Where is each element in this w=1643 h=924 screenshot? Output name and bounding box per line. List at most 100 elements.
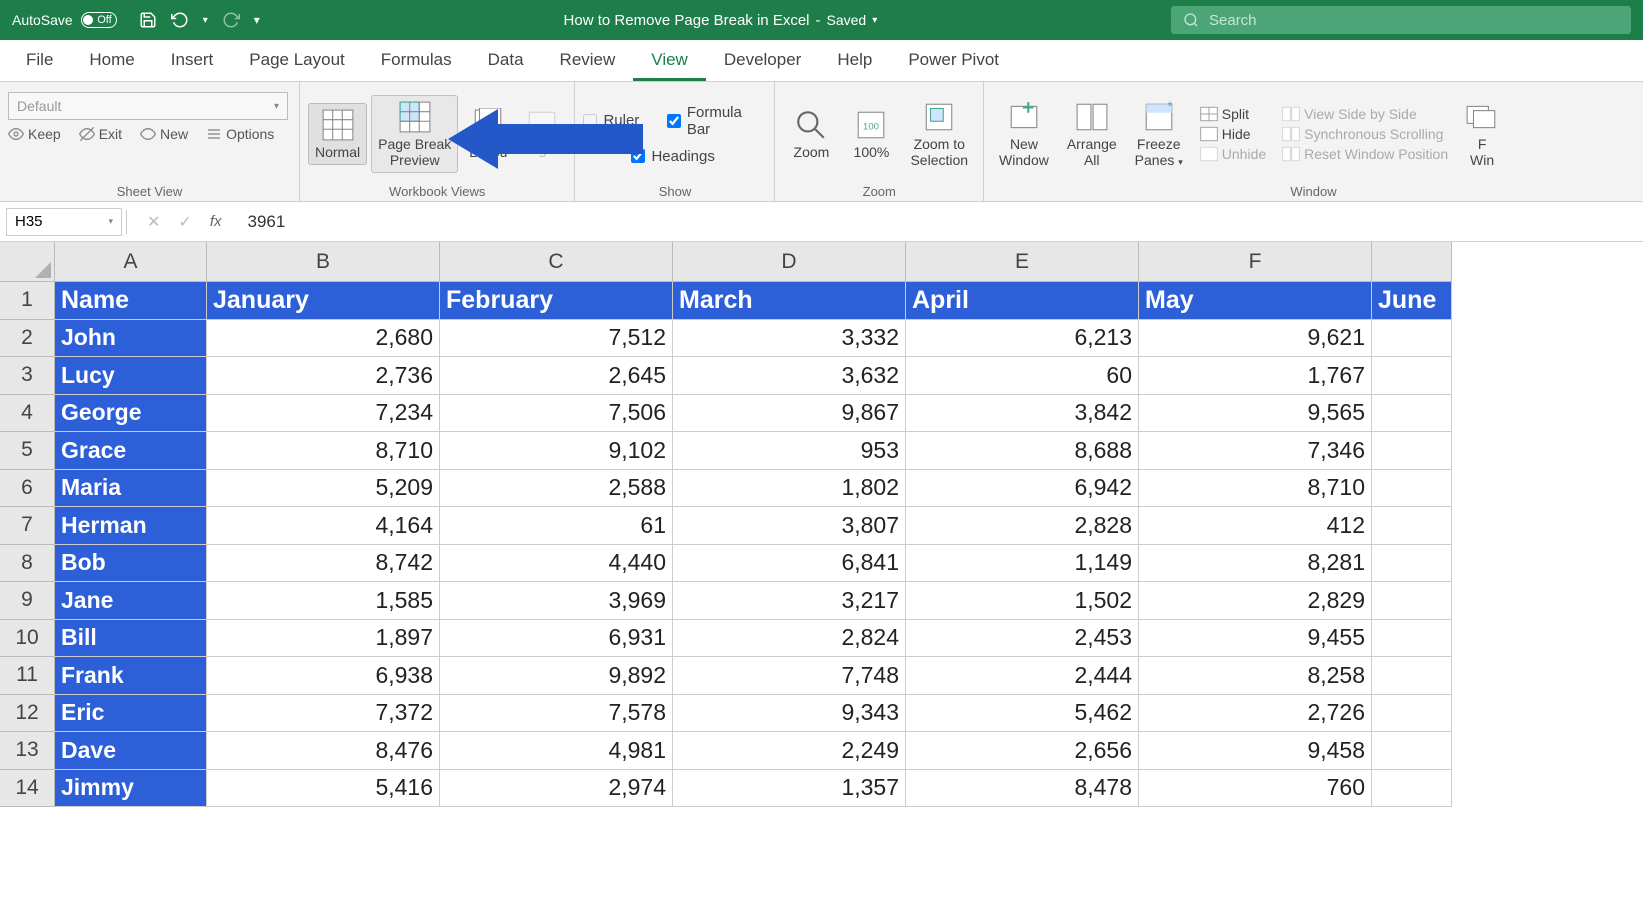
- zoom-100-button[interactable]: 100 100%: [843, 103, 899, 165]
- data-cell[interactable]: 60: [906, 357, 1139, 395]
- zoom-to-selection-button[interactable]: Zoom to Selection: [903, 95, 975, 173]
- saved-status[interactable]: Saved: [827, 12, 867, 28]
- data-cell[interactable]: 5,462: [906, 695, 1139, 733]
- zoom-button[interactable]: Zoom: [783, 103, 839, 165]
- name-cell[interactable]: Frank: [55, 657, 207, 695]
- name-cell[interactable]: Dave: [55, 732, 207, 770]
- column-header-C[interactable]: C: [440, 242, 673, 282]
- data-cell[interactable]: 2,656: [906, 732, 1139, 770]
- tab-developer[interactable]: Developer: [706, 42, 820, 81]
- arrange-all-button[interactable]: Arrange All: [1060, 95, 1124, 173]
- data-cell[interactable]: 2,444: [906, 657, 1139, 695]
- data-cell[interactable]: 2,828: [906, 507, 1139, 545]
- data-cell[interactable]: 3,842: [906, 395, 1139, 433]
- data-cell[interactable]: 2,680: [207, 320, 440, 358]
- data-cell[interactable]: [1372, 357, 1452, 395]
- tab-power-pivot[interactable]: Power Pivot: [890, 42, 1017, 81]
- row-header-3[interactable]: 3: [0, 357, 55, 395]
- options-button[interactable]: Options: [206, 126, 274, 142]
- spreadsheet-grid[interactable]: ABCDEF 1NameJanuaryFebruaryMarchAprilMay…: [0, 242, 1643, 807]
- column-header-A[interactable]: A: [55, 242, 207, 282]
- name-box[interactable]: H35 ▾: [6, 208, 122, 236]
- name-cell[interactable]: George: [55, 395, 207, 433]
- column-header-E[interactable]: E: [906, 242, 1139, 282]
- data-cell[interactable]: 6,213: [906, 320, 1139, 358]
- column-header-F[interactable]: F: [1139, 242, 1372, 282]
- new-view-button[interactable]: New: [140, 126, 188, 142]
- undo-dropdown-icon[interactable]: ▾: [203, 15, 208, 26]
- row-header-13[interactable]: 13: [0, 732, 55, 770]
- data-cell[interactable]: [1372, 432, 1452, 470]
- tab-review[interactable]: Review: [542, 42, 634, 81]
- new-window-button[interactable]: New Window: [992, 95, 1056, 173]
- split-button[interactable]: Split: [1200, 106, 1266, 122]
- data-cell[interactable]: [1372, 620, 1452, 658]
- data-cell[interactable]: 4,164: [207, 507, 440, 545]
- row-header-12[interactable]: 12: [0, 695, 55, 733]
- row-header-5[interactable]: 5: [0, 432, 55, 470]
- name-cell[interactable]: Lucy: [55, 357, 207, 395]
- data-cell[interactable]: 7,372: [207, 695, 440, 733]
- freeze-panes-button[interactable]: * Freeze Panes ▾: [1128, 95, 1190, 173]
- fx-icon[interactable]: fx: [210, 213, 222, 230]
- cancel-icon[interactable]: ✕: [147, 212, 160, 232]
- data-cell[interactable]: 3,217: [673, 582, 906, 620]
- name-cell[interactable]: Eric: [55, 695, 207, 733]
- data-cell[interactable]: 412: [1139, 507, 1372, 545]
- data-cell[interactable]: 2,824: [673, 620, 906, 658]
- data-cell[interactable]: 8,742: [207, 545, 440, 583]
- data-cell[interactable]: 6,938: [207, 657, 440, 695]
- data-cell[interactable]: 8,710: [1139, 470, 1372, 508]
- column-header-B[interactable]: B: [207, 242, 440, 282]
- data-cell[interactable]: [1372, 545, 1452, 583]
- name-cell[interactable]: John: [55, 320, 207, 358]
- switch-windows-button[interactable]: F Win: [1458, 95, 1506, 173]
- header-cell[interactable]: May: [1139, 282, 1372, 320]
- select-all-corner[interactable]: [0, 242, 55, 282]
- data-cell[interactable]: 1,585: [207, 582, 440, 620]
- row-header-9[interactable]: 9: [0, 582, 55, 620]
- row-header-1[interactable]: 1: [0, 282, 55, 320]
- data-cell[interactable]: 8,281: [1139, 545, 1372, 583]
- data-cell[interactable]: 9,892: [440, 657, 673, 695]
- search-input[interactable]: Search: [1171, 6, 1631, 34]
- exit-button[interactable]: Exit: [79, 126, 122, 142]
- qat-customize-icon[interactable]: ▾: [254, 13, 260, 27]
- name-cell[interactable]: Grace: [55, 432, 207, 470]
- column-header-D[interactable]: D: [673, 242, 906, 282]
- data-cell[interactable]: 61: [440, 507, 673, 545]
- data-cell[interactable]: 7,748: [673, 657, 906, 695]
- data-cell[interactable]: 1,357: [673, 770, 906, 808]
- row-header-11[interactable]: 11: [0, 657, 55, 695]
- data-cell[interactable]: [1372, 657, 1452, 695]
- data-cell[interactable]: 8,710: [207, 432, 440, 470]
- data-cell[interactable]: [1372, 395, 1452, 433]
- data-cell[interactable]: 1,897: [207, 620, 440, 658]
- formula-bar-checkbox[interactable]: Formula Bar: [667, 104, 766, 138]
- data-cell[interactable]: 4,981: [440, 732, 673, 770]
- data-cell[interactable]: 7,512: [440, 320, 673, 358]
- data-cell[interactable]: [1372, 470, 1452, 508]
- data-cell[interactable]: 6,931: [440, 620, 673, 658]
- tab-view[interactable]: View: [633, 42, 706, 81]
- enter-icon[interactable]: ✓: [178, 212, 191, 232]
- name-cell[interactable]: Jane: [55, 582, 207, 620]
- data-cell[interactable]: 7,506: [440, 395, 673, 433]
- data-cell[interactable]: 1,802: [673, 470, 906, 508]
- data-cell[interactable]: 4,440: [440, 545, 673, 583]
- tab-formulas[interactable]: Formulas: [363, 42, 470, 81]
- data-cell[interactable]: 7,346: [1139, 432, 1372, 470]
- data-cell[interactable]: 2,588: [440, 470, 673, 508]
- data-cell[interactable]: [1372, 507, 1452, 545]
- name-cell[interactable]: Maria: [55, 470, 207, 508]
- data-cell[interactable]: 2,453: [906, 620, 1139, 658]
- row-header-6[interactable]: 6: [0, 470, 55, 508]
- data-cell[interactable]: 5,416: [207, 770, 440, 808]
- data-cell[interactable]: 2,736: [207, 357, 440, 395]
- formula-input[interactable]: 3961: [237, 212, 1643, 232]
- data-cell[interactable]: 7,578: [440, 695, 673, 733]
- sheet-view-select[interactable]: Default ▾: [8, 92, 288, 120]
- data-cell[interactable]: [1372, 770, 1452, 808]
- tab-page-layout[interactable]: Page Layout: [231, 42, 362, 81]
- data-cell[interactable]: 2,645: [440, 357, 673, 395]
